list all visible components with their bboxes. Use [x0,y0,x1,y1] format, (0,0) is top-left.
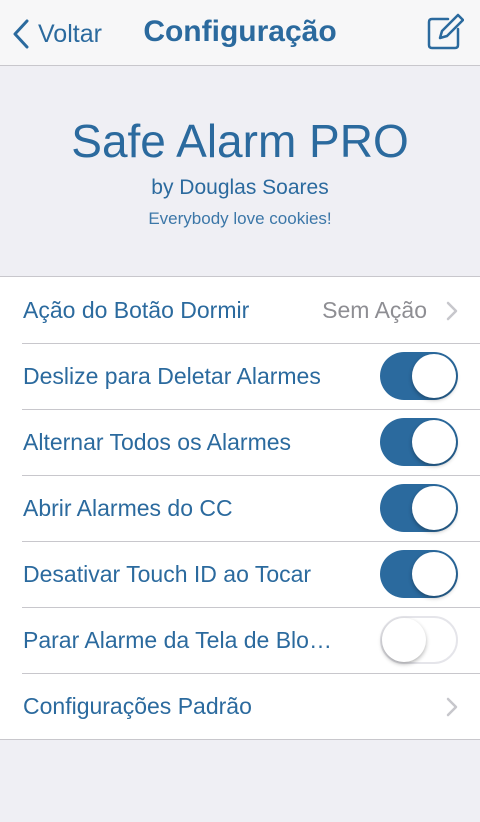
setting-label: Parar Alarme da Tela de Blo… [23,627,332,653]
setting-row-touch-id: Desativar Touch ID ao Tocar [0,541,480,607]
open-cc-alarms-toggle[interactable] [380,484,458,532]
swipe-delete-toggle[interactable] [380,352,458,400]
setting-row-default-settings[interactable]: Configurações Padrão [0,673,480,739]
setting-label: Abrir Alarmes do CC [23,495,233,521]
setting-row-lockscreen-stop: Parar Alarme da Tela de Blo… [0,607,480,673]
tagline: Everybody love cookies! [148,209,332,228]
chevron-right-icon [446,301,458,321]
settings-list: Ação do Botão Dormir Sem Ação Deslize pa… [0,276,480,740]
setting-label: Ação do Botão Dormir [23,297,250,323]
toggle-knob [412,486,456,530]
compose-icon [427,13,465,50]
chevron-right-icon [446,697,458,717]
author-credit: by Douglas Soares [151,176,329,199]
setting-label: Desativar Touch ID ao Tocar [23,561,312,587]
disable-touch-id-toggle[interactable] [380,550,458,598]
page-title: Configuração [143,15,337,48]
toggle-all-alarms-toggle[interactable] [380,418,458,466]
setting-label: Alternar Todos os Alarmes [23,429,292,455]
toggle-knob [412,420,456,464]
setting-label: Configurações Padrão [23,693,252,719]
setting-row-snooze-action[interactable]: Ação do Botão Dormir Sem Ação [0,277,480,343]
lockscreen-stop-toggle[interactable] [380,616,458,664]
setting-label: Deslize para Deletar Alarmes [23,363,321,389]
toggle-knob [382,618,426,662]
toggle-knob [412,552,456,596]
toggle-knob [412,354,456,398]
setting-row-open-cc: Abrir Alarmes do CC [0,475,480,541]
navigation-bar: Voltar Configuração [0,0,480,66]
setting-value: Sem Ação [322,297,427,323]
setting-row-swipe-delete: Deslize para Deletar Alarmes [0,343,480,409]
app-info-header: Safe Alarm PRO by Douglas Soares Everybo… [0,66,480,276]
setting-row-toggle-all: Alternar Todos os Alarmes [0,409,480,475]
compose-button[interactable] [426,13,465,56]
app-name: Safe Alarm PRO [71,115,409,167]
